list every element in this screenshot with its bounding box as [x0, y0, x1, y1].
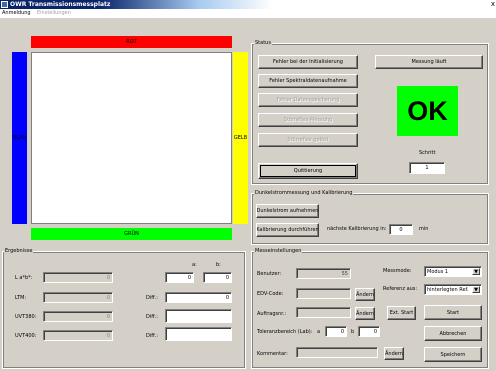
- messung-status: Messung läuft: [375, 55, 483, 69]
- kommentar-field[interactable]: [296, 347, 378, 358]
- color-label-gruen: GRÜN: [124, 231, 139, 237]
- next-calib-field: 0: [389, 224, 413, 235]
- results-title: Ergebnisse: [4, 248, 34, 254]
- ltm-diff-label: Diff.:: [146, 295, 158, 301]
- a-value-field: 0: [165, 272, 194, 283]
- color-bar-rot: ROT: [31, 36, 232, 48]
- benutzer-field: 55: [296, 268, 351, 279]
- col-b-label: b:: [216, 262, 221, 268]
- ltm-value-field: 0: [43, 292, 113, 303]
- color-label-blau: BLAU: [12, 135, 27, 141]
- start-button[interactable]: Start: [424, 305, 482, 320]
- kommentar-label: Kommentar:: [257, 351, 288, 357]
- ltm-diff-field: 0: [165, 292, 232, 303]
- color-display-area: [31, 52, 232, 224]
- auftrag-field[interactable]: [296, 307, 351, 318]
- uvt380-diff-label: Diff.:: [146, 314, 158, 320]
- kalibrierung-button[interactable]: Kalibrierung durchführen: [256, 223, 319, 237]
- toleranz-a-label: a: [317, 329, 321, 335]
- error-spectral-button[interactable]: Fehler Spektraldatenaufnahme: [258, 74, 358, 88]
- b-value-field: 0: [203, 272, 232, 283]
- dunkelstrom-button[interactable]: Dunkelstrom aufnehmen: [256, 204, 319, 218]
- ltm-label: LTM:: [15, 295, 27, 301]
- menu-item-anmeldung[interactable]: Anmeldung: [2, 10, 31, 17]
- edv-aendern-button[interactable]: Ändern: [355, 288, 375, 301]
- chevron-down-icon[interactable]: ▼: [472, 268, 480, 275]
- toleranz-a-field[interactable]: 0: [325, 326, 347, 337]
- dark-groupbox: [251, 193, 489, 245]
- lab-label: L a*b*:: [15, 275, 33, 281]
- app-icon: [1, 1, 8, 8]
- uvt380-label: UVT380:: [15, 314, 37, 320]
- edv-field[interactable]: [296, 288, 351, 299]
- color-label-gelb: GELB: [233, 135, 248, 141]
- ext-start-button[interactable]: Ext. Start: [387, 306, 416, 320]
- messmode-select[interactable]: Modus 1 ▼: [424, 266, 482, 277]
- uvt400-diff-field: [165, 327, 232, 341]
- messmode-value: Modus 1: [427, 268, 449, 275]
- menu-bar: [0, 9, 496, 18]
- status-title: Status: [254, 40, 272, 46]
- menu-item-einstellungen[interactable]: Einstellungen: [37, 10, 71, 17]
- uvt380-diff-field: [165, 309, 232, 323]
- speichern-button[interactable]: Speichern: [424, 347, 482, 362]
- uvt400-diff-label: Diff.:: [146, 333, 158, 339]
- auftrag-label: Auftragsnr.:: [257, 311, 287, 317]
- schritt-label: Schritt: [419, 150, 436, 156]
- window-title: OWR Transmissionsmessplatz: [10, 1, 111, 8]
- messmode-label: Messmode:: [383, 268, 412, 274]
- uvt400-value-field: 0: [43, 330, 113, 341]
- benutzer-label: Benutzer:: [257, 271, 282, 277]
- dark-title: Dunkelstrommessung und Kalibrierung: [254, 190, 354, 196]
- close-icon[interactable]: x: [491, 0, 495, 8]
- color-bar-gruen: GRÜN: [31, 228, 232, 240]
- error-init-button[interactable]: Fehler bei der Initialisierung: [258, 55, 358, 69]
- toleranz-b-label: b: [351, 329, 355, 335]
- next-calib-unit: min: [419, 226, 429, 232]
- schritt-field: 1: [409, 162, 445, 174]
- toleranz-b-field[interactable]: 0: [358, 326, 380, 337]
- abbrechen-button[interactable]: Abbrechen: [424, 326, 482, 341]
- col-a-label: a:: [192, 262, 197, 268]
- settings-title: Messeinstellungen: [254, 248, 303, 254]
- color-bar-gelb: GELB: [233, 52, 248, 224]
- ok-indicator: OK: [397, 86, 458, 136]
- error-save-button[interactable]: Fehler Datenspeicherung: [258, 93, 358, 107]
- toleranz-label: Toleranzbereich (Lab):: [257, 329, 313, 335]
- auftrag-aendern-button[interactable]: Ändern: [355, 307, 375, 320]
- stoerreflex-button[interactable]: Störreflex-Messung: [258, 113, 358, 127]
- color-bar-blau: BLAU: [12, 52, 27, 224]
- stoerreflex-resolved-button[interactable]: Störreflex gelöst: [258, 133, 358, 147]
- next-calib-label: nächste Kalibrierung in:: [327, 226, 387, 232]
- referenz-label: Referenz aus:: [383, 286, 418, 292]
- referenz-value: hinterlegten Ref.: [427, 286, 469, 293]
- lab-value-field: 0: [43, 272, 113, 283]
- edv-label: EDV-Code:: [257, 291, 284, 297]
- uvt400-label: UVT400:: [15, 333, 37, 339]
- kommentar-aendern-button[interactable]: Ändern: [384, 347, 404, 360]
- color-label-rot: ROT: [126, 39, 137, 45]
- uvt380-value-field: 0: [43, 311, 113, 322]
- chevron-down-icon[interactable]: ▼: [472, 286, 480, 293]
- quittierung-button[interactable]: Quittierung: [258, 163, 358, 179]
- referenz-select[interactable]: hinterlegten Ref. ▼: [424, 284, 482, 295]
